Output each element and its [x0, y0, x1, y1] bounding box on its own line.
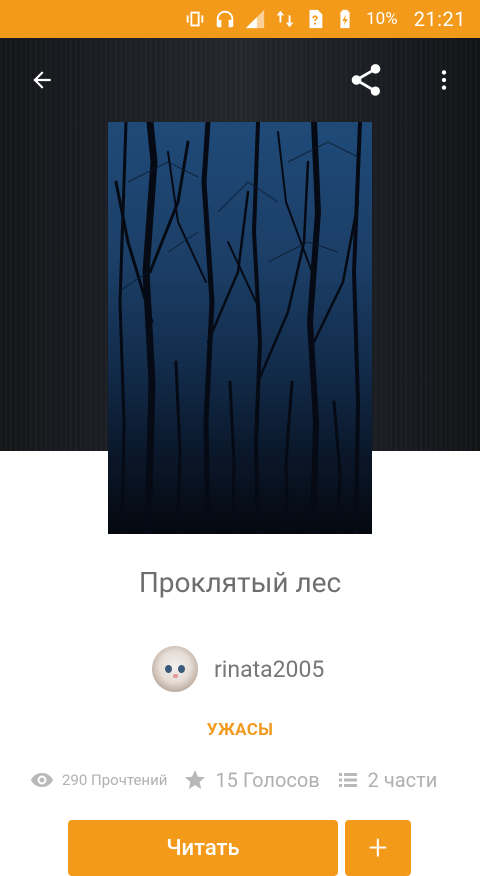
genre-label[interactable]: УЖАСЫ	[0, 720, 480, 740]
more-vert-icon	[441, 70, 447, 90]
author-link[interactable]: rinata2005	[152, 646, 324, 692]
list-icon	[338, 773, 357, 787]
vibrate-icon	[184, 8, 206, 30]
sim-unknown-icon	[304, 8, 326, 30]
story-stats: 290 Прочтений 15 Голосов 2 части	[30, 768, 437, 792]
headphones-icon	[214, 8, 236, 30]
parts-stat: 2 части	[336, 768, 438, 792]
signal-icon	[244, 8, 266, 30]
story-title: Проклятый лес	[138, 566, 342, 599]
reads-stat: 290 Прочтений	[30, 768, 167, 792]
eye-icon	[31, 773, 53, 787]
battery-percent: 10%	[366, 9, 398, 29]
add-to-library-button[interactable]: +	[345, 820, 411, 876]
arrow-back-icon	[33, 71, 51, 89]
battery-charging-icon	[334, 8, 356, 30]
data-transfer-icon	[274, 8, 296, 30]
author-avatar[interactable]	[152, 646, 198, 692]
more-options-button[interactable]	[420, 56, 468, 104]
clock: 21:21	[413, 7, 466, 31]
reads-count: 290 Прочтений	[62, 771, 168, 789]
parts-count: 2 части	[367, 768, 438, 792]
share-button[interactable]	[342, 56, 390, 104]
status-bar: 10% 21:21	[0, 0, 480, 38]
star-icon	[185, 770, 206, 789]
back-button[interactable]	[18, 56, 66, 104]
votes-stat: 15 Голосов	[183, 768, 320, 792]
author-name[interactable]: rinata2005	[214, 656, 324, 683]
story-cover-image[interactable]	[108, 122, 372, 534]
read-button[interactable]: Читать	[68, 820, 338, 876]
votes-count: 15 Голосов	[215, 768, 320, 792]
share-icon	[351, 64, 381, 96]
dark-forest-illustration	[114, 122, 362, 534]
